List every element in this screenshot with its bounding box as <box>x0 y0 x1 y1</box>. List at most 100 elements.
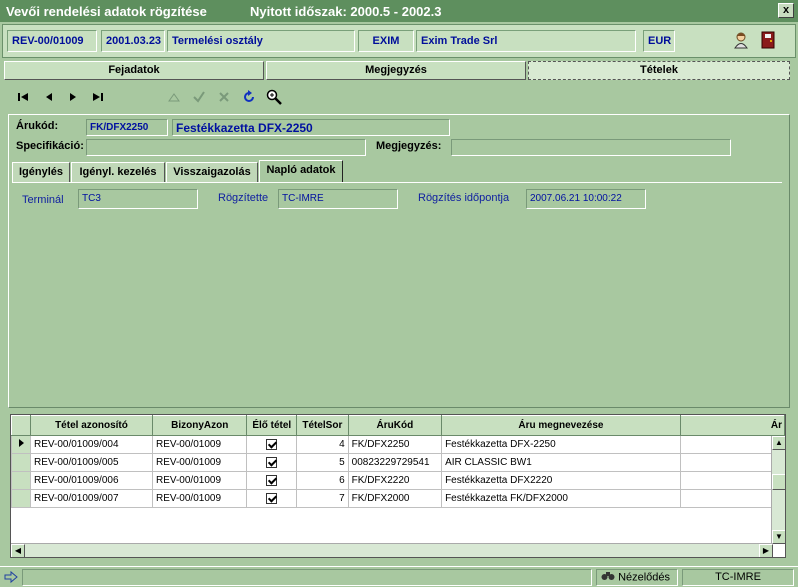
terminal-label: Terminál <box>22 194 64 206</box>
subtab-igenyles[interactable]: Igénylés <box>12 162 70 182</box>
subtab-divider <box>12 182 782 183</box>
table-row[interactable]: REV-00/01009/005 REV-00/01009 5 00823229… <box>11 453 785 472</box>
status-bar: Nézelődés TC-IMRE <box>0 566 798 587</box>
prev-record-icon[interactable] <box>38 86 60 108</box>
cell-ar[interactable] <box>679 489 785 508</box>
partner-code-field[interactable]: EXIM <box>358 30 414 52</box>
table-row[interactable]: REV-00/01009/004 REV-00/01009 4 FK/DFX22… <box>11 435 785 454</box>
scroll-left-icon[interactable]: ◀ <box>11 544 25 557</box>
scroll-down-icon[interactable]: ▼ <box>772 530 785 544</box>
scroll-right-icon[interactable]: ▶ <box>759 544 773 557</box>
user-icon[interactable] <box>733 31 749 49</box>
tab-tetelek[interactable]: Tételek <box>528 61 790 80</box>
col-aru-kod[interactable]: ÁruKód <box>347 415 443 436</box>
horizontal-scrollbar[interactable]: ◀ ▶ <box>11 543 773 557</box>
spec-field[interactable] <box>86 139 366 156</box>
last-record-icon[interactable] <box>87 86 109 108</box>
currency-field[interactable]: EUR <box>643 30 675 52</box>
cell-elo-tetel[interactable] <box>246 453 298 472</box>
cell-tetel-sor[interactable]: 4 <box>296 435 349 454</box>
cell-tetel-sor[interactable]: 5 <box>296 453 349 472</box>
cell-aru-kod[interactable]: FK/DFX2250 <box>347 435 443 454</box>
cell-tetel-azonosito[interactable]: REV-00/01009/005 <box>30 453 153 472</box>
col-tetel-azonosito[interactable]: Tétel azonosító <box>30 415 153 436</box>
cell-aru-kod[interactable]: FK/DFX2000 <box>347 489 443 508</box>
cell-tetel-azonosito[interactable]: REV-00/01009/006 <box>30 471 153 490</box>
department-field[interactable]: Termelési osztály <box>167 30 355 52</box>
cell-aru-kod[interactable]: FK/DFX2220 <box>347 471 443 490</box>
row-indicator <box>11 453 31 472</box>
row-indicator <box>11 471 31 490</box>
recorded-by-field[interactable]: TC-IMRE <box>278 189 398 209</box>
partner-name-field[interactable]: Exim Trade Srl <box>416 30 636 52</box>
tab-megjegyzes[interactable]: Megjegyzés <box>266 61 526 80</box>
col-bizony-azon[interactable]: BizonyAzon <box>151 415 248 436</box>
cell-aru-megnevezese[interactable]: Festékkazetta DFX2220 <box>441 471 681 490</box>
scroll-thumb[interactable] <box>772 474 785 490</box>
cell-elo-tetel[interactable] <box>246 471 298 490</box>
next-record-icon[interactable] <box>62 86 84 108</box>
window-title: Vevői rendelési adatok rögzítése <box>6 4 207 19</box>
subtab-visszaigazolas[interactable]: Visszaigazolás <box>166 162 258 182</box>
note-field[interactable] <box>451 139 731 156</box>
cell-bizony-azon[interactable]: REV-00/01009 <box>151 453 248 472</box>
first-record-icon[interactable] <box>12 86 34 108</box>
refresh-icon[interactable] <box>238 86 260 108</box>
table-row[interactable]: REV-00/01009/006 REV-00/01009 6 FK/DFX22… <box>11 471 785 490</box>
checkbox-checked-icon[interactable] <box>266 474 278 486</box>
col-ar[interactable]: Ár <box>679 415 785 436</box>
table-row[interactable]: REV-00/01009/007 REV-00/01009 7 FK/DFX20… <box>11 489 785 508</box>
cell-bizony-azon[interactable]: REV-00/01009 <box>151 489 248 508</box>
item-name-field[interactable]: Festékkazetta DFX-2250 <box>172 119 450 136</box>
zoom-search-icon[interactable] <box>263 86 285 108</box>
cell-tetel-azonosito[interactable]: REV-00/01009/007 <box>30 489 153 508</box>
col-tetel-sor[interactable]: TételSor <box>296 415 349 436</box>
cell-aru-megnevezese[interactable]: Festékkazetta FK/DFX2000 <box>441 489 681 508</box>
vertical-scrollbar[interactable]: ▲ ▼ <box>771 436 785 544</box>
cell-bizony-azon[interactable]: REV-00/01009 <box>151 471 248 490</box>
items-table: Tétel azonosító BizonyAzon Élő tétel Tét… <box>11 415 785 508</box>
cell-ar[interactable] <box>679 471 785 490</box>
cell-elo-tetel[interactable] <box>246 489 298 508</box>
checkbox-checked-icon[interactable] <box>266 492 278 504</box>
col-aru-megnevezese[interactable]: Áru megnevezése <box>441 415 681 436</box>
scroll-up-icon[interactable]: ▲ <box>772 436 785 450</box>
checkbox-checked-icon[interactable] <box>266 456 278 468</box>
close-button[interactable]: x <box>778 3 794 18</box>
cell-tetel-sor[interactable]: 6 <box>296 471 349 490</box>
tab-fejadatok[interactable]: Fejadatok <box>4 61 264 80</box>
cancel-icon[interactable] <box>213 86 235 108</box>
confirm-icon[interactable] <box>188 86 210 108</box>
cell-tetel-azonosito[interactable]: REV-00/01009/004 <box>30 435 153 454</box>
cell-elo-tetel[interactable] <box>246 435 298 454</box>
row-indicator <box>11 489 31 508</box>
spec-label: Specifikáció: <box>16 140 84 152</box>
items-grid: Tétel azonosító BizonyAzon Élő tétel Tét… <box>10 414 786 558</box>
terminal-field[interactable]: TC3 <box>78 189 198 209</box>
doc-id-field[interactable]: REV-00/01009 <box>7 30 97 52</box>
edit-up-icon[interactable] <box>163 86 185 108</box>
col-elo-tetel[interactable]: Élő tétel <box>246 415 298 436</box>
exit-icon[interactable] <box>761 31 775 49</box>
cell-ar[interactable] <box>679 453 785 472</box>
checkbox-checked-icon[interactable] <box>266 438 278 450</box>
mode-indicator: Nézelődés <box>596 569 678 586</box>
cell-bizony-azon[interactable]: REV-00/01009 <box>151 435 248 454</box>
subtab-naplo-adatok[interactable]: Napló adatok <box>259 160 343 182</box>
record-toolbar <box>10 86 310 110</box>
recorded-by-label: Rögzítette <box>218 192 269 204</box>
cell-ar[interactable] <box>679 435 785 454</box>
title-bar: Vevői rendelési adatok rögzítése Nyitott… <box>0 0 798 22</box>
cell-aru-megnevezese[interactable]: AIR CLASSIC BW1 <box>441 453 681 472</box>
status-message <box>22 569 592 586</box>
item-code-label: Árukód: <box>16 120 59 132</box>
cell-aru-megnevezese[interactable]: Festékkazetta DFX-2250 <box>441 435 681 454</box>
recorded-at-field[interactable]: 2007.06.21 10:00:22 <box>526 189 646 209</box>
cell-aru-kod[interactable]: 00823229729541 <box>347 453 443 472</box>
item-code-field[interactable]: FK/DFX2250 <box>86 119 168 136</box>
date-field[interactable]: 2001.03.23 <box>101 30 165 52</box>
row-indicator-header <box>11 415 31 436</box>
table-header-row: Tétel azonosító BizonyAzon Élő tétel Tét… <box>11 415 785 436</box>
cell-tetel-sor[interactable]: 7 <box>296 489 349 508</box>
subtab-igenyl-kezeles[interactable]: Igényl. kezelés <box>71 162 165 182</box>
